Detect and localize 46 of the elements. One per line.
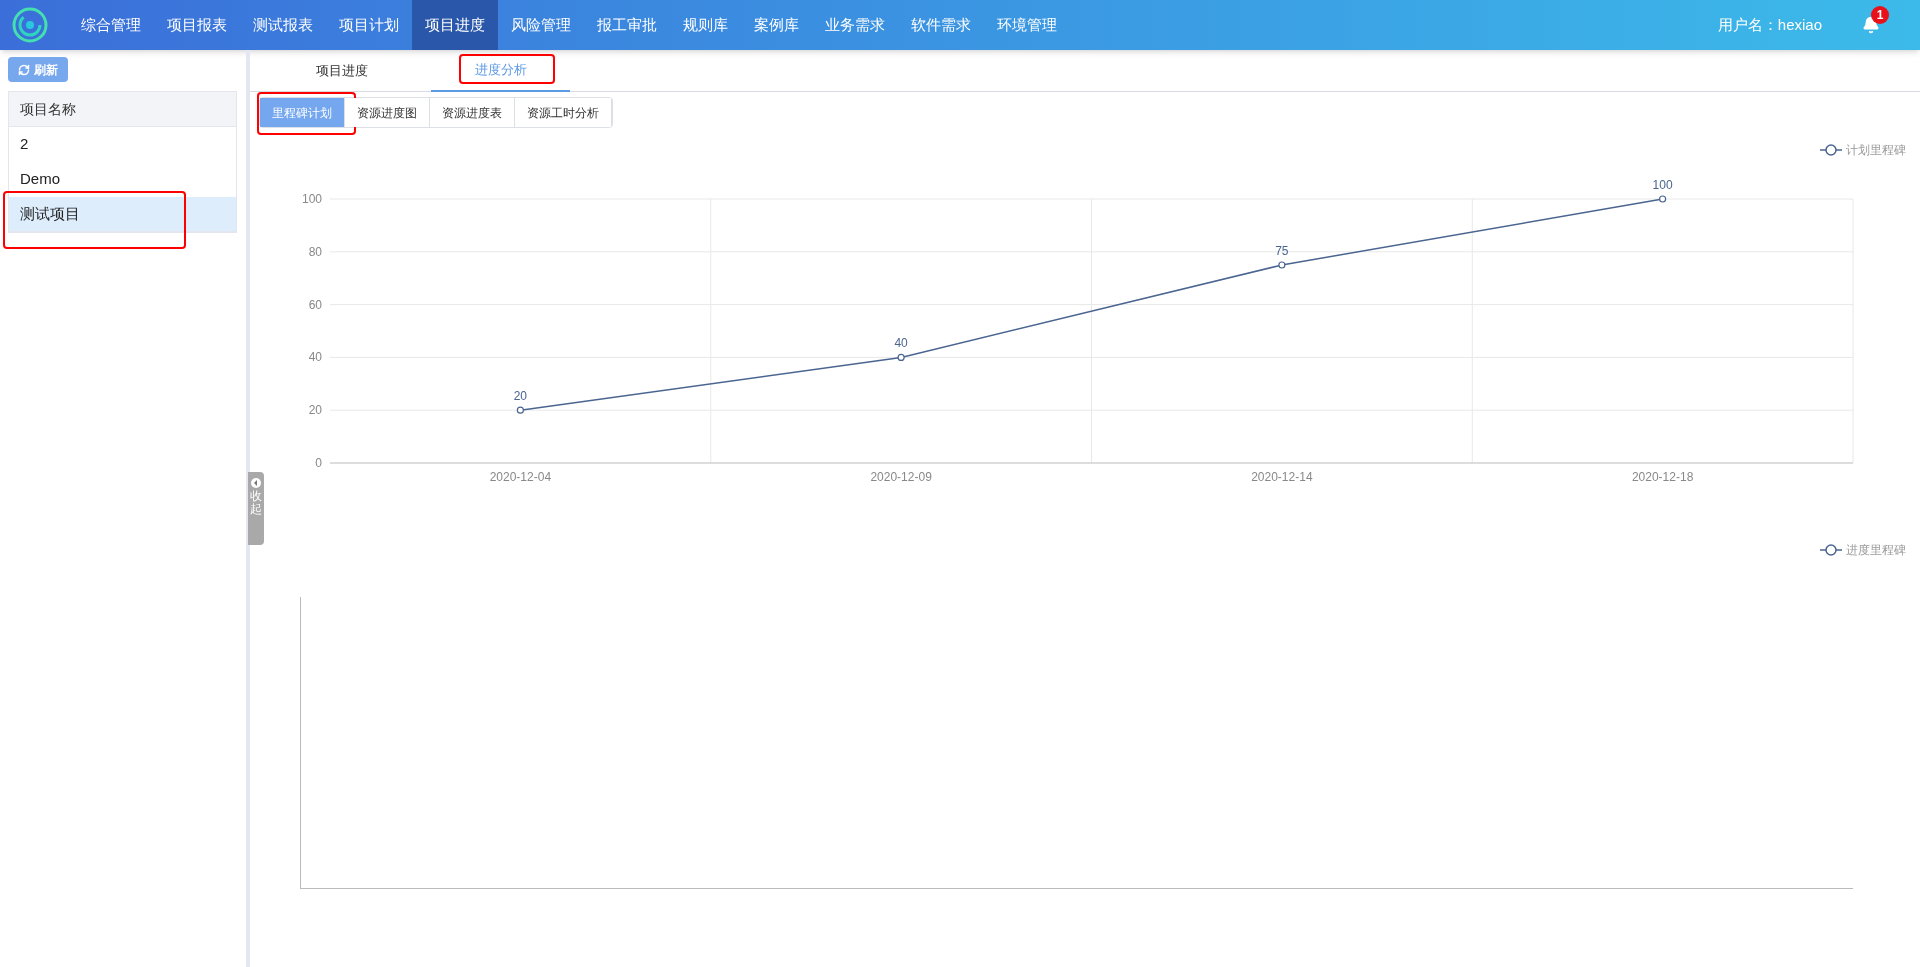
notification-count: 1	[1871, 6, 1889, 24]
legend-label: 进度里程碑	[1846, 542, 1906, 559]
data-point	[1659, 195, 1667, 203]
spiral-logo-icon	[12, 7, 48, 43]
data-label: 40	[894, 336, 908, 351]
x-axis-label: 2020-12-14	[1251, 470, 1313, 484]
y-axis-label: 0	[315, 456, 322, 470]
x-axis-label: 2020-12-09	[870, 470, 932, 484]
legend-line-icon	[1820, 544, 1842, 556]
nav-menu-item[interactable]: 测试报表	[240, 0, 326, 50]
nav-menu-item[interactable]: 综合管理	[68, 0, 154, 50]
data-label: 100	[1652, 178, 1673, 192]
nav-menu-item[interactable]: 风险管理	[498, 0, 584, 50]
nav-menu-item[interactable]: 环境管理	[984, 0, 1070, 50]
data-label: 20	[513, 389, 528, 404]
y-axis-label: 20	[308, 403, 322, 418]
x-axis-label: 2020-12-18	[1631, 470, 1694, 484]
username-label: 用户名：hexiao	[1717, 14, 1822, 35]
data-point	[516, 406, 524, 414]
nav-menu-item[interactable]: 报工审批	[584, 0, 670, 50]
table-header: 项目名称	[9, 92, 236, 127]
nav-menu-item[interactable]: 业务需求	[812, 0, 898, 50]
nav-menu-item[interactable]: 项目报表	[154, 0, 240, 50]
data-point	[897, 353, 905, 361]
legend-line-icon	[1820, 144, 1842, 156]
legend-label: 计划里程碑	[1846, 142, 1906, 159]
tab[interactable]: 项目进度	[272, 50, 411, 92]
nav-menu-item[interactable]: 案例库	[741, 0, 812, 50]
tab[interactable]: 进度分析	[431, 50, 570, 92]
data-point	[1278, 261, 1286, 269]
y-axis-label: 40	[308, 350, 322, 365]
data-label: 75	[1275, 244, 1289, 258]
nav-menu-item[interactable]: 规则库	[670, 0, 741, 50]
nav-menu-item[interactable]: 项目进度	[412, 0, 498, 50]
project-row[interactable]: 测试项目	[9, 197, 236, 232]
x-axis-label: 2020-12-04	[489, 470, 552, 484]
nav-menu-item[interactable]: 项目计划	[326, 0, 412, 50]
collapse-label: 收起	[250, 490, 262, 517]
collapse-handle[interactable]: 收起	[248, 472, 264, 545]
refresh-icon	[18, 63, 30, 76]
refresh-button[interactable]: 刷新	[8, 57, 68, 82]
sub-tab[interactable]: 里程碑计划	[260, 98, 345, 127]
nav-menu-item[interactable]: 软件需求	[898, 0, 984, 50]
y-axis-label: 60	[308, 297, 322, 312]
y-axis-label: 100	[301, 192, 322, 206]
y-axis-label: 80	[308, 244, 322, 259]
